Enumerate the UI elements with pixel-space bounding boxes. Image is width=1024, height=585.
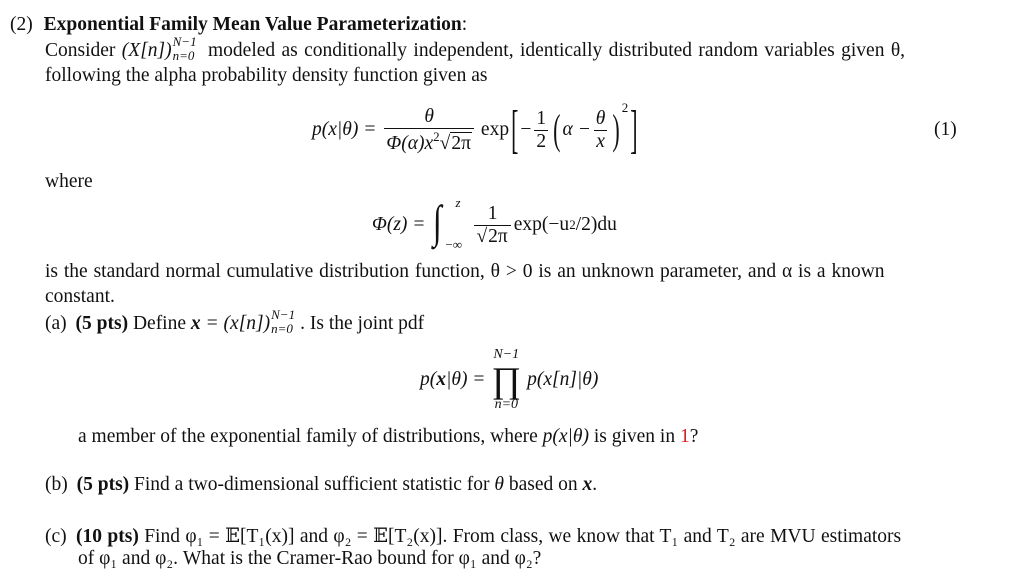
left-paren: ( [553, 105, 561, 153]
equation-1-label: (1) [934, 119, 957, 140]
joint-pdf-equation: p(x |θ) = N−1 ∏ n=0 p(x[n]|θ) [420, 347, 599, 412]
title-colon: : [461, 14, 468, 35]
intro-line-2: following the alpha probability density … [45, 65, 488, 86]
equation-1: p(x|θ) = θ Φ(α)x2√2π exp [ − 1 2 ( α − θ… [312, 98, 640, 160]
eq1-fraction: θ Φ(α)x2√2π [384, 106, 474, 155]
problem-header: (2) Exponential Family Mean Value Parame… [10, 14, 467, 36]
integral-sign: ∫ z −∞ [433, 195, 463, 252]
problem-title: Exponential Family Mean Value Parameteri… [43, 14, 462, 35]
where-label: where [45, 171, 93, 192]
left-bracket: [ [511, 98, 519, 159]
intro-line-1: Consider (X[n]) N−1 n=0 modeled as conditi… [45, 33, 906, 63]
part-b: (b) (5 pts) Find a two-dimensional suffi… [45, 474, 598, 495]
product-operator: N−1 ∏ n=0 [491, 347, 522, 412]
after-text-line-2: constant. [45, 286, 115, 307]
sequence-expr: (X[n]) [121, 40, 172, 61]
equation-2: Φ(z) = ∫ z −∞ 1 √2π exp(−u 2/2)du [372, 195, 617, 252]
part-c-line-1: (c) (10 pts) Find φ₁ = 𝔼[T₁(x)] and φ₂ =… [45, 526, 902, 547]
part-a-points: (5 pts) [75, 313, 129, 334]
part-a-label: (a) [45, 313, 67, 334]
right-paren: ) [612, 105, 620, 153]
part-c-points: (10 pts) [76, 526, 139, 547]
after-text-line-1: is the standard normal cumulative distri… [45, 261, 885, 282]
part-c-label: (c) [45, 526, 67, 547]
part-a: (a) (5 pts) Define x = (x[n]) N−1 n=0. Is … [45, 306, 425, 336]
part-c-line-2: of φ₁ and φ₂. What is the Cramer-Rao bou… [78, 548, 542, 569]
equation-reference-link[interactable]: 1 [680, 426, 690, 447]
part-b-label: (b) [45, 474, 68, 495]
part-a-question: a member of the exponential family of di… [78, 426, 699, 447]
right-bracket: ] [630, 98, 638, 159]
eq1-lhs: p(x|θ) = [312, 119, 377, 140]
part-b-points: (5 pts) [76, 474, 130, 495]
problem-number: (2) [10, 14, 33, 35]
